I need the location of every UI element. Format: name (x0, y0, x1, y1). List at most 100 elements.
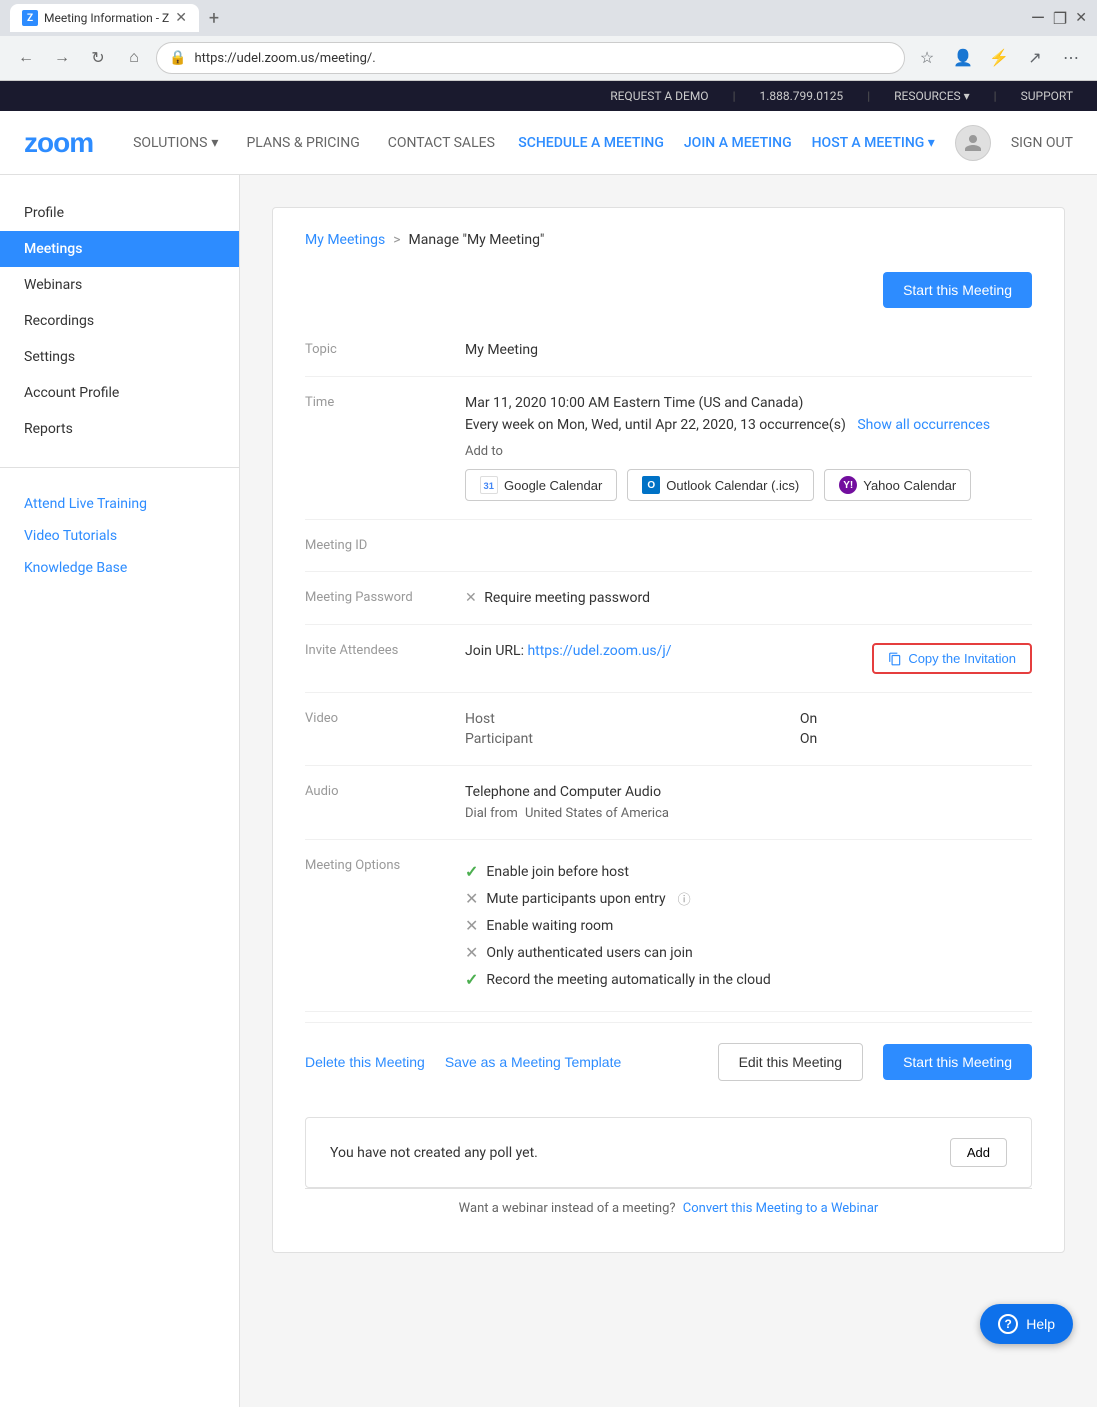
request-demo-link[interactable]: REQUEST A DEMO (610, 89, 708, 103)
yahoo-calendar-btn[interactable]: Y! Yahoo Calendar (824, 469, 971, 501)
add-to-row: Add to 31 Google Calendar O (465, 443, 1032, 501)
svg-text:31: 31 (484, 481, 494, 491)
breadcrumb: My Meetings > Manage "My Meeting" (305, 232, 1032, 248)
copy-invitation-btn[interactable]: Copy the Invitation (872, 643, 1032, 674)
close-btn[interactable]: ✕ (1075, 10, 1087, 26)
sidebar-item-settings[interactable]: Settings (0, 339, 239, 375)
check-icon-1: ✓ (465, 862, 478, 881)
forward-btn[interactable]: → (48, 44, 76, 72)
topic-row: Topic My Meeting (305, 324, 1032, 377)
resources-link[interactable]: RESOURCES ▾ (894, 89, 970, 103)
nav-actions: ☆ 👤 ⚡ ↗ ⋯ (913, 44, 1085, 72)
info-icon-2: ⓘ (678, 889, 691, 908)
tab-close-icon[interactable]: ✕ (175, 10, 187, 26)
invite-content: Join URL: https://udel.zoom.us/j/ Copy t… (465, 643, 1032, 674)
video-grid: Host On Participant On (465, 711, 1032, 747)
meeting-id-value (465, 520, 1032, 572)
start-meeting-btn-top[interactable]: Start this Meeting (883, 272, 1032, 308)
audio-value: Telephone and Computer Audio Dial from U… (465, 766, 1032, 840)
browser-titlebar: Z Meeting Information - Z ✕ + — ❐ ✕ (0, 0, 1097, 36)
option-text-1: Enable join before host (486, 864, 629, 880)
header-actions: SCHEDULE A MEETING JOIN A MEETING HOST A… (518, 125, 1073, 161)
attend-live-training-link[interactable]: Attend Live Training (0, 488, 239, 520)
phone-link[interactable]: 1.888.799.0125 (760, 89, 844, 103)
header: zoom SOLUTIONS ▾ PLANS & PRICING CONTACT… (0, 111, 1097, 175)
yahoo-calendar-icon: Y! (839, 476, 857, 494)
meeting-id-label: Meeting ID (305, 520, 465, 572)
new-tab-btn[interactable]: + (199, 2, 229, 35)
sidebar-item-recordings[interactable]: Recordings (0, 303, 239, 339)
cross-icon-4: ✕ (465, 943, 478, 962)
sidebar-item-webinars[interactable]: Webinars (0, 267, 239, 303)
sidebar: Profile Meetings Webinars Recordings Set… (0, 175, 240, 1407)
option-text-3: Enable waiting room (486, 918, 613, 934)
breadcrumb-separator: > (393, 232, 400, 248)
browser-tab[interactable]: Z Meeting Information - Z ✕ (10, 4, 199, 32)
add-poll-btn[interactable]: Add (950, 1138, 1007, 1167)
more-icon[interactable]: ⋯ (1057, 44, 1085, 72)
video-tutorials-link[interactable]: Video Tutorials (0, 520, 239, 552)
meeting-header: Start this Meeting (305, 272, 1032, 308)
host-label: Host (465, 711, 760, 727)
user-avatar[interactable] (955, 125, 991, 161)
help-btn[interactable]: ? Help (980, 1304, 1073, 1344)
join-url-container: Join URL: https://udel.zoom.us/j/ (465, 643, 672, 659)
sidebar-item-reports[interactable]: Reports (0, 411, 239, 447)
main-content: My Meetings > Manage "My Meeting" Start … (272, 207, 1065, 1253)
topic-value: My Meeting (465, 324, 1032, 377)
delete-meeting-btn[interactable]: Delete this Meeting (305, 1044, 425, 1080)
bookmark-icon[interactable]: ☆ (913, 44, 941, 72)
host-meeting-link[interactable]: HOST A MEETING ▾ (812, 135, 935, 151)
outlook-calendar-btn[interactable]: O Outlook Calendar (.ics) (627, 469, 814, 501)
profile-icon[interactable]: 👤 (949, 44, 977, 72)
convert-webinar-link[interactable]: Convert this Meeting to a Webinar (683, 1201, 879, 1216)
schedule-meeting-link[interactable]: SCHEDULE A MEETING (518, 135, 664, 151)
time-row: Time Mar 11, 2020 10:00 AM Eastern Time … (305, 377, 1032, 520)
back-btn[interactable]: ← (12, 44, 40, 72)
join-meeting-link[interactable]: JOIN A MEETING (684, 135, 792, 151)
header-nav: SOLUTIONS ▾ PLANS & PRICING CONTACT SALE… (133, 135, 518, 151)
google-calendar-btn[interactable]: 31 Google Calendar (465, 469, 617, 501)
join-url-link[interactable]: https://udel.zoom.us/j/ (527, 643, 671, 659)
participant-label: Participant (465, 731, 760, 747)
breadcrumb-parent[interactable]: My Meetings (305, 232, 385, 248)
participant-value: On (800, 731, 1032, 747)
dial-from-row: Dial from United States of America (465, 806, 1032, 821)
audio-label: Audio (305, 766, 465, 840)
option-join-before-host: ✓ Enable join before host (465, 858, 1032, 885)
sidebar-item-profile[interactable]: Profile (0, 195, 239, 231)
sidebar-item-meetings[interactable]: Meetings (0, 231, 239, 267)
solutions-arrow-icon: ▾ (211, 135, 218, 151)
time-label: Time (305, 377, 465, 520)
audio-row: Audio Telephone and Computer Audio Dial … (305, 766, 1032, 840)
topic-label: Topic (305, 324, 465, 377)
option-record-cloud: ✓ Record the meeting automatically in th… (465, 966, 1032, 993)
save-template-btn[interactable]: Save as a Meeting Template (445, 1044, 621, 1080)
minimize-btn[interactable]: — (1031, 8, 1045, 29)
sign-out-link[interactable]: SIGN OUT (1011, 135, 1073, 151)
page-layout: Profile Meetings Webinars Recordings Set… (0, 175, 1097, 1407)
support-link[interactable]: SUPPORT (1021, 89, 1073, 103)
nav-plans[interactable]: PLANS & PRICING (246, 135, 359, 151)
start-meeting-btn-bottom[interactable]: Start this Meeting (883, 1044, 1032, 1080)
calendar-buttons: 31 Google Calendar O Outlook Calendar (.… (465, 469, 1032, 501)
address-bar[interactable]: 🔒 https://udel.zoom.us/meeting/. (156, 42, 905, 74)
share-icon[interactable]: ↗ (1021, 44, 1049, 72)
edit-meeting-btn[interactable]: Edit this Meeting (718, 1043, 864, 1081)
home-btn[interactable]: ⌂ (120, 44, 148, 72)
help-label: Help (1026, 1316, 1055, 1332)
show-all-occurrences-link[interactable]: Show all occurrences (857, 417, 990, 433)
recurrence-row: Every week on Mon, Wed, until Apr 22, 20… (465, 417, 1032, 433)
nav-contact-sales[interactable]: CONTACT SALES (388, 135, 495, 151)
meeting-details-table: Topic My Meeting Time Mar 11, 2020 10:00… (305, 324, 1032, 1012)
zoom-logo[interactable]: zoom (24, 127, 93, 159)
extensions-icon[interactable]: ⚡ (985, 44, 1013, 72)
password-cross-icon: ✕ (465, 590, 477, 606)
refresh-btn[interactable]: ↻ (84, 44, 112, 72)
host-arrow-icon: ▾ (928, 135, 935, 151)
knowledge-base-link[interactable]: Knowledge Base (0, 552, 239, 584)
action-bar: Delete this Meeting Save as a Meeting Te… (305, 1022, 1032, 1101)
sidebar-item-account-profile[interactable]: Account Profile (0, 375, 239, 411)
restore-btn[interactable]: ❐ (1053, 9, 1067, 28)
nav-solutions[interactable]: SOLUTIONS ▾ (133, 135, 218, 151)
